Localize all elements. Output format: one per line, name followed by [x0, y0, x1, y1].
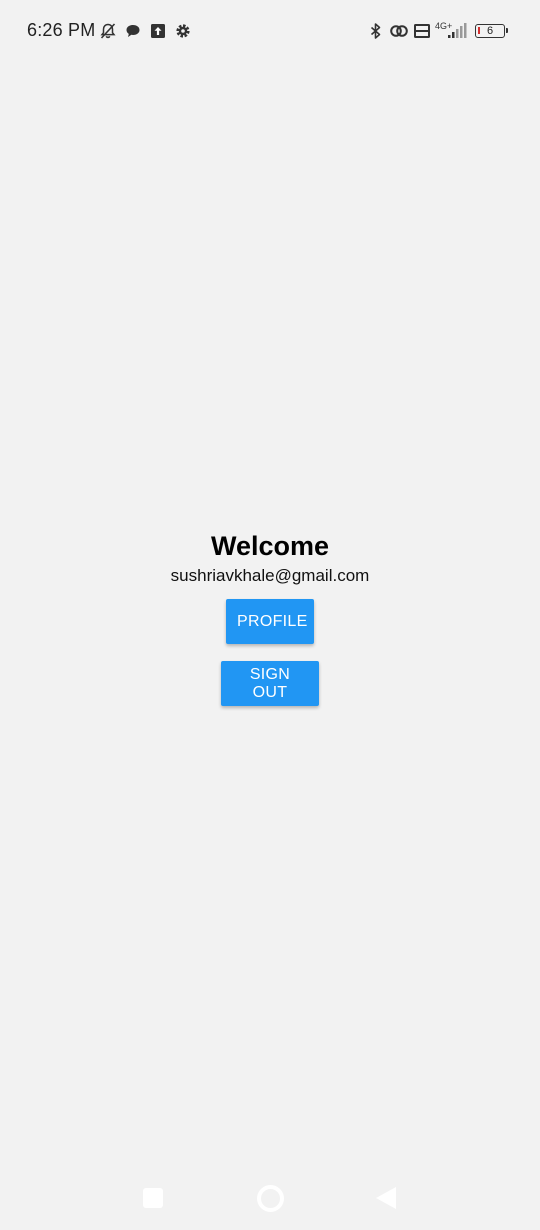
welcome-title: Welcome [210, 531, 330, 561]
user-email: sushriavkhale@gmail.com [170, 566, 370, 585]
status-bar: 6:26 PM 4G+ 6 [0, 0, 540, 64]
navigation-bar [0, 1170, 540, 1230]
profile-button[interactable]: PROFILE [226, 599, 314, 644]
link-icon [389, 22, 409, 40]
bell-off-icon [99, 22, 117, 40]
settings-gear-icon [174, 22, 192, 40]
signal-icon [447, 22, 469, 40]
battery-level: 6 [486, 25, 494, 37]
battery-icon: 6 [475, 24, 508, 38]
recents-icon[interactable] [143, 1188, 163, 1208]
bluetooth-icon [367, 22, 385, 40]
home-icon[interactable] [257, 1185, 284, 1212]
volte-icon [413, 22, 431, 40]
sign-out-button[interactable]: SIGN OUT [221, 661, 319, 706]
upload-icon [149, 22, 167, 40]
chat-bubble-icon [124, 22, 142, 40]
back-icon[interactable] [376, 1187, 396, 1209]
status-time: 6:26 PM [27, 20, 96, 40]
main-content: Welcome sushriavkhale@gmail.com PROFILE … [0, 527, 540, 706]
